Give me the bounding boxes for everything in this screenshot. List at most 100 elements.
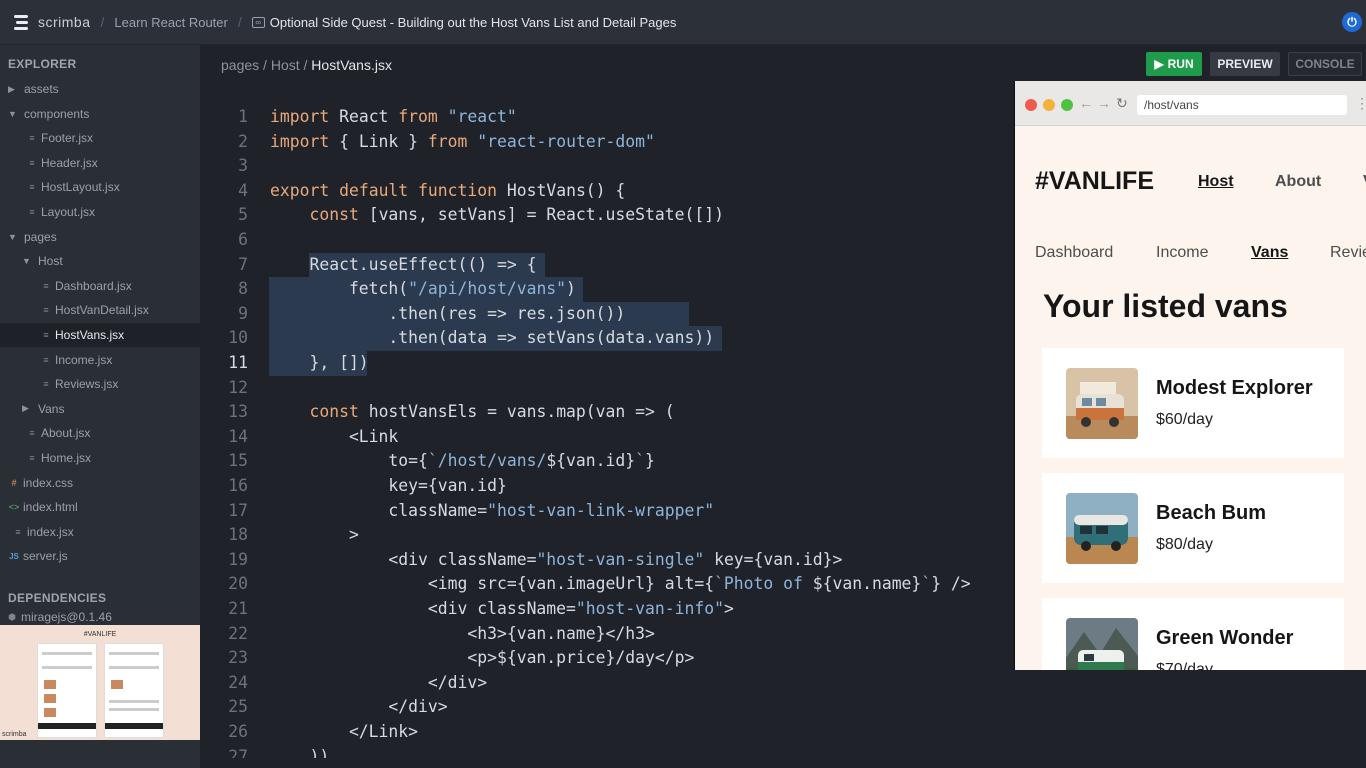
file-icon: ≡ xyxy=(29,182,35,193)
tree-item-label: index.html xyxy=(23,500,78,515)
back-arrow-icon[interactable]: ← xyxy=(1079,95,1093,111)
code-text: }, []) xyxy=(270,353,369,372)
tree-item-label: HostLayout.jsx xyxy=(41,180,120,195)
path-segment[interactable]: pages xyxy=(221,57,259,73)
url-bar[interactable]: /host/vans xyxy=(1137,95,1347,115)
tree-item-label: About.jsx xyxy=(41,426,91,441)
browser-preview: ← → ↻ /host/vans ⋮ #VANLIFE Host About V… xyxy=(1014,81,1366,670)
code-text: const hostVansEls = vans.map(van => ( xyxy=(309,402,675,422)
folder-item[interactable]: ▼ pages xyxy=(0,225,200,249)
line-number: 18 xyxy=(228,525,248,545)
van-card[interactable]: Green Wonder $70/day xyxy=(1042,598,1344,670)
file-item[interactable]: ≡ Home.jsx xyxy=(0,446,200,470)
brand-name: scrimba xyxy=(38,14,91,30)
css-file-icon: # xyxy=(11,477,17,488)
tree-item-label: Vans xyxy=(38,401,65,416)
nav-host-link[interactable]: Host xyxy=(1198,173,1234,191)
browser-chrome: ← → ↻ /host/vans ⋮ xyxy=(1015,81,1366,126)
file-icon: ≡ xyxy=(15,526,21,537)
file-icon: ≡ xyxy=(43,354,49,365)
file-item[interactable]: ≡ Layout.jsx xyxy=(0,200,200,224)
folder-item[interactable]: ▶ assets xyxy=(0,77,200,101)
line-number: 14 xyxy=(228,426,248,446)
file-item[interactable]: ≡ HostVanDetail.jsx xyxy=(0,298,200,322)
tree-item-label: HostVans.jsx xyxy=(55,328,125,342)
chevron-right-icon: ▶ xyxy=(22,403,29,414)
chevron-down-icon: ▼ xyxy=(8,231,17,242)
file-item[interactable]: ≡ About.jsx xyxy=(0,421,200,445)
file-item[interactable]: ≡ Footer.jsx xyxy=(0,126,200,150)
code-text: import { Link } from "react-router-dom" xyxy=(270,131,655,151)
code-text: className="host-van-link-wrapper" xyxy=(270,500,715,520)
file-icon: ≡ xyxy=(43,379,49,390)
subnav-reviews-link[interactable]: Reviews xyxy=(1330,244,1366,262)
file-item[interactable]: ≡ index.jsx xyxy=(0,520,200,544)
file-item[interactable]: JS server.js xyxy=(0,544,200,568)
line-number: 19 xyxy=(228,549,248,569)
explorer-heading: EXPLORER xyxy=(8,57,77,71)
line-number: 25 xyxy=(228,697,248,717)
thumbnail-title: #VANLIFE xyxy=(83,631,117,638)
line-number: 1 xyxy=(238,107,248,126)
scrimba-logo[interactable]: scrimba xyxy=(10,14,91,30)
subnav-dashboard-link[interactable]: Dashboard xyxy=(1035,244,1113,262)
line-number: 12 xyxy=(228,377,248,397)
run-label: RUN xyxy=(1167,57,1194,71)
file-item[interactable]: ≡ Reviews.jsx xyxy=(0,372,200,396)
console-button[interactable]: CONSOLE xyxy=(1288,52,1362,76)
line-number: 3 xyxy=(238,156,248,176)
file-path-breadcrumb: pages / Host / HostVans.jsx xyxy=(221,57,392,73)
close-window-icon[interactable] xyxy=(1025,99,1037,111)
file-icon: ≡ xyxy=(29,133,35,144)
file-icon: ≡ xyxy=(43,330,49,340)
line-number: 21 xyxy=(228,599,248,618)
forward-arrow-icon[interactable]: → xyxy=(1097,95,1111,111)
video-thumbnail[interactable]: #VANLIFE scrimba xyxy=(0,625,200,740)
folder-item[interactable]: ▶ Vans xyxy=(0,397,200,421)
nav-about-link[interactable]: About xyxy=(1275,173,1321,191)
code-text: const [vans, setVans] = React.useState([… xyxy=(309,205,724,225)
van-price: $60/day xyxy=(1156,411,1213,428)
code-text: export default function HostVans() { xyxy=(270,180,626,200)
more-menu-icon[interactable]: ⋮ xyxy=(1355,95,1366,112)
breadcrumb-course[interactable]: Learn React Router xyxy=(114,15,227,30)
van-card[interactable]: Modest Explorer $60/day xyxy=(1042,348,1344,458)
file-item[interactable]: ≡ Income.jsx xyxy=(0,348,200,372)
thumbnail-page-detail xyxy=(104,643,164,738)
line-number: 4 xyxy=(238,180,248,200)
file-item[interactable]: <> index.html xyxy=(0,495,200,519)
van-photo xyxy=(1066,368,1138,439)
status-bar xyxy=(200,758,1366,768)
preview-button[interactable]: PREVIEW xyxy=(1210,52,1280,76)
file-item[interactable]: ≡ HostLayout.jsx xyxy=(0,175,200,199)
file-item[interactable]: # index.css xyxy=(0,471,200,495)
code-text: <img src={van.imageUrl} alt={`Photo of $… xyxy=(270,574,971,594)
subnav-vans-link[interactable]: Vans xyxy=(1251,244,1288,262)
file-item[interactable]: ≡ Header.jsx xyxy=(0,151,200,175)
scrimba-app: scrimba / Learn React Router / ∞ Optiona… xyxy=(0,0,1366,768)
scrimba-logo-icon xyxy=(10,14,30,30)
path-segment[interactable]: Host xyxy=(271,57,300,73)
file-item[interactable]: ≡ Dashboard.jsx xyxy=(0,274,200,298)
van-card[interactable]: Beach Bum $80/day xyxy=(1042,473,1344,583)
tree-item-label: Footer.jsx xyxy=(41,131,94,146)
line-number: 17 xyxy=(228,500,248,520)
folder-item[interactable]: ▼ Host xyxy=(0,249,200,273)
power-icon[interactable]: ⏻ xyxy=(1342,12,1362,32)
page-heading: Your listed vans xyxy=(1043,288,1288,324)
maximize-window-icon[interactable] xyxy=(1061,99,1073,111)
minimize-window-icon[interactable] xyxy=(1043,99,1055,111)
dependency-item[interactable]: ⬢ miragejs@0.1.46 xyxy=(0,610,200,624)
tree-item-label: Host xyxy=(38,254,63,269)
folder-item[interactable]: ▼ components xyxy=(0,102,200,126)
subnav-income-link[interactable]: Income xyxy=(1156,244,1208,262)
line-number: 22 xyxy=(228,623,248,643)
reload-icon[interactable]: ↻ xyxy=(1116,95,1128,112)
line-number: 20 xyxy=(228,574,248,594)
run-button[interactable]: ▶ RUN xyxy=(1146,52,1202,76)
breadcrumb-lesson[interactable]: ∞ Optional Side Quest - Building out the… xyxy=(251,15,676,30)
path-current-file: HostVans.jsx xyxy=(311,57,392,73)
file-item[interactable]: ≡ HostVans.jsx xyxy=(0,323,200,347)
dependency-label: miragejs@0.1.46 xyxy=(21,610,112,624)
site-logo[interactable]: #VANLIFE xyxy=(1035,167,1154,196)
